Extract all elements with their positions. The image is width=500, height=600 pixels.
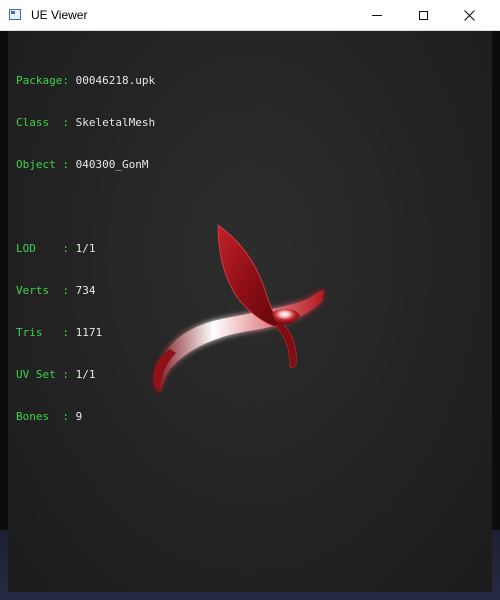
skeletal-mesh-render — [152, 224, 324, 393]
minimize-button[interactable] — [354, 0, 400, 30]
minimize-icon — [372, 14, 382, 16]
close-button[interactable] — [446, 0, 492, 30]
ue-viewer-window: UE Viewer Package: 00046218.upk Class : … — [0, 0, 500, 600]
mesh-leaf-lower — [275, 320, 297, 369]
close-icon — [463, 9, 475, 21]
title-bar[interactable]: UE Viewer — [0, 0, 500, 31]
window-title: UE Viewer — [31, 8, 88, 22]
mesh-band — [154, 289, 324, 393]
maximize-icon — [418, 10, 428, 20]
maximize-button[interactable] — [400, 0, 446, 30]
window-app-icon — [9, 9, 21, 20]
3d-viewport[interactable]: Package: 00046218.upk Class : SkeletalMe… — [8, 31, 492, 592]
